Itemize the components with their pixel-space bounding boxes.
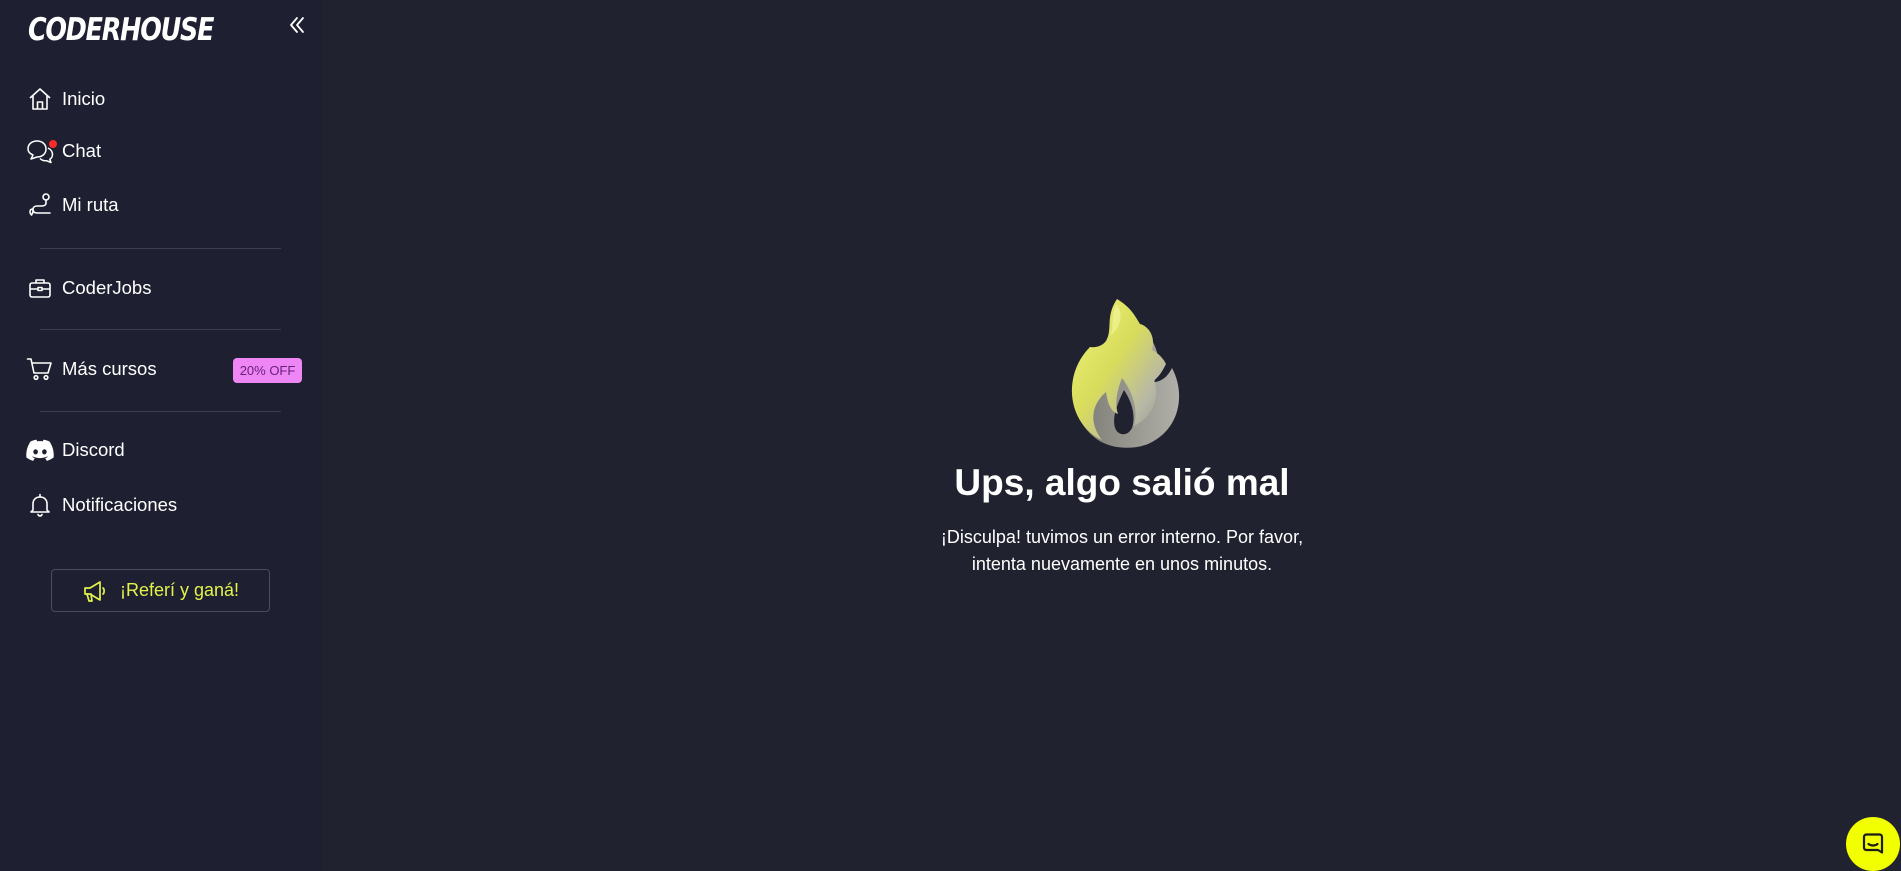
sidebar-divider [40, 248, 281, 249]
chat-bubble-icon [1862, 833, 1884, 854]
sidebar-item-label: Notificaciones [62, 494, 178, 515]
sidebar-item-label: Mi ruta [62, 194, 119, 215]
flame-icon [1071, 299, 1180, 448]
notification-dot [49, 140, 57, 148]
sidebar-divider [40, 329, 281, 330]
coderhouse-logo[interactable]: CODERHOUSE [28, 12, 214, 48]
sidebar-item-coderjobs[interactable]: CoderJobs [26, 271, 151, 305]
sidebar: CODERHOUSE Inicio Chat Mi ruta CoderJobs… [0, 0, 322, 871]
collapse-sidebar-button[interactable] [286, 14, 308, 36]
sidebar-item-chat[interactable]: Chat [26, 134, 101, 168]
bell-icon [26, 491, 54, 519]
chevrons-left-icon [290, 17, 304, 33]
sidebar-item-mas-cursos[interactable]: Más cursos [26, 352, 157, 386]
sidebar-item-notificaciones[interactable]: Notificaciones [26, 488, 177, 522]
home-icon [26, 85, 54, 113]
app-root: CODERHOUSE Inicio Chat Mi ruta CoderJobs… [0, 0, 1901, 871]
discount-badge: 20% OFF [233, 358, 302, 383]
sidebar-item-label: Chat [62, 140, 102, 161]
sidebar-item-label: CoderJobs [62, 277, 152, 298]
referral-button-label: ¡Referí y ganá! [119, 580, 240, 600]
sidebar-item-discord[interactable]: Discord [26, 433, 125, 467]
chat-icon [26, 137, 57, 165]
sidebar-item-inicio[interactable]: Inicio [26, 82, 105, 116]
cart-icon [26, 355, 54, 383]
error-message: ¡Disculpa! tuvimos un error interno. Por… [940, 527, 1304, 574]
route-icon [26, 191, 54, 219]
sidebar-item-label: Más cursos [62, 358, 157, 379]
sidebar-item-mi-ruta[interactable]: Mi ruta [26, 188, 119, 222]
sidebar-item-label: Discord [62, 439, 125, 460]
megaphone-icon [84, 580, 105, 602]
sidebar-item-label: Inicio [62, 88, 106, 109]
error-title: Ups, algo salió mal [954, 462, 1290, 503]
chat-launcher-button[interactable] [1846, 817, 1900, 871]
sidebar-divider [40, 411, 281, 412]
discord-icon [26, 436, 54, 464]
referral-button[interactable]: ¡Referí y ganá! [51, 569, 270, 612]
error-page: Ups, algo salió mal ¡Disculpa! tuvimos u… [322, 0, 1901, 871]
briefcase-icon [26, 274, 54, 302]
